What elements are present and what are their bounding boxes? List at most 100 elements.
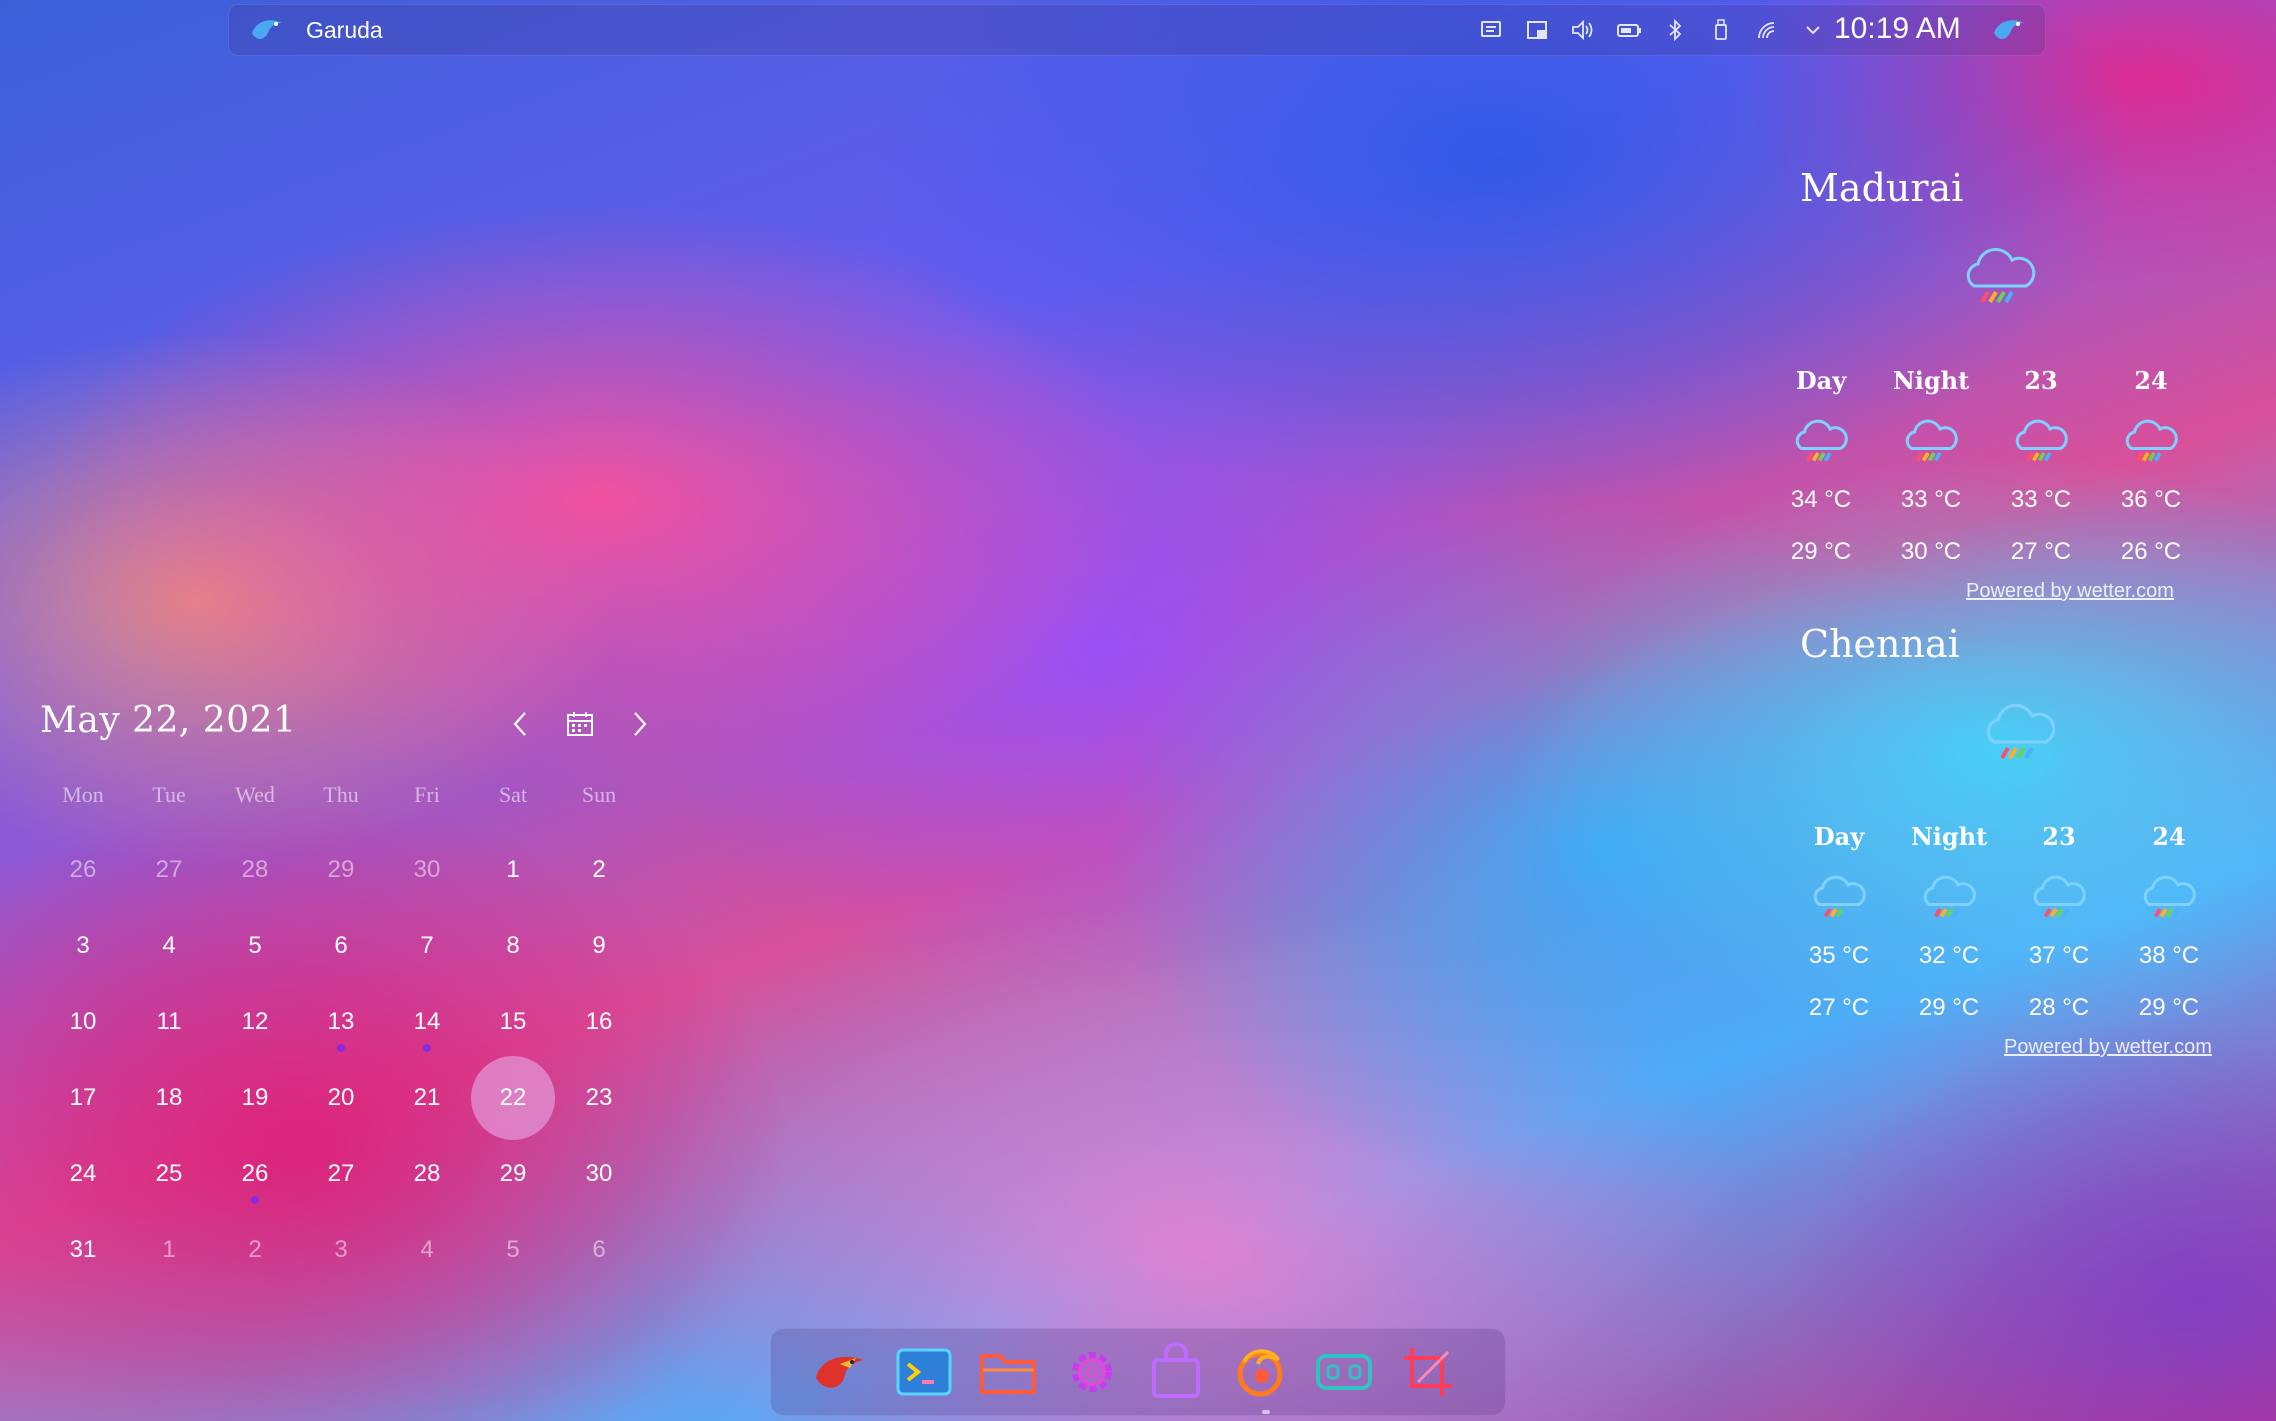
- calendar-day[interactable]: 6: [556, 1212, 642, 1288]
- calendar-day[interactable]: 3: [40, 908, 126, 984]
- calendar-day[interactable]: 31: [40, 1212, 126, 1288]
- forecast-header: Night: [1892, 366, 1970, 395]
- calendar-day[interactable]: 1: [470, 832, 556, 908]
- calendar-icon: [567, 712, 593, 736]
- terminal-icon[interactable]: [894, 1342, 954, 1402]
- calendar-day-with-event[interactable]: 13: [298, 984, 384, 1060]
- calendar-day[interactable]: 4: [384, 1212, 470, 1288]
- calendar-day[interactable]: 6: [298, 908, 384, 984]
- calendar-day[interactable]: 29: [298, 832, 384, 908]
- forecast-header: Night: [1910, 822, 1988, 851]
- weekday-label: Sun: [581, 782, 617, 807]
- garuda-logo-icon[interactable]: [1990, 15, 2028, 45]
- calendar-day[interactable]: 8: [470, 908, 556, 984]
- calendar-day[interactable]: 20: [298, 1060, 384, 1136]
- calendar-day[interactable]: 30: [556, 1136, 642, 1212]
- today-button[interactable]: [562, 706, 598, 742]
- top-panel: Garuda 10:19 AM: [228, 4, 2046, 56]
- calendar-day[interactable]: 1: [126, 1212, 212, 1288]
- window-icon[interactable]: [1514, 14, 1560, 46]
- volume-icon[interactable]: [1560, 14, 1606, 46]
- calendar-day[interactable]: 9: [556, 908, 642, 984]
- forecast-low-temp: 27 °C: [1808, 994, 1870, 1021]
- network-icon[interactable]: [1744, 14, 1790, 46]
- software-store-icon[interactable]: [1146, 1342, 1206, 1402]
- calendar-day[interactable]: 18: [126, 1060, 212, 1136]
- calendar-day[interactable]: 11: [126, 984, 212, 1060]
- usb-icon[interactable]: [1698, 14, 1744, 46]
- calendar-day[interactable]: 25: [126, 1136, 212, 1212]
- calendar-day[interactable]: 27: [298, 1136, 384, 1212]
- forecast-header: Day: [1795, 366, 1847, 395]
- firefox-icon[interactable]: [1230, 1342, 1290, 1402]
- expand-chevron-icon[interactable]: [1790, 14, 1836, 46]
- screenshot-crop-icon[interactable]: [1398, 1342, 1458, 1402]
- calendar-day[interactable]: 30: [384, 832, 470, 908]
- calendar-day[interactable]: 28: [384, 1136, 470, 1212]
- garuda-logo-icon[interactable]: [250, 15, 284, 45]
- calendar-day-with-event[interactable]: 26: [212, 1136, 298, 1212]
- calendar-day[interactable]: 2: [212, 1212, 298, 1288]
- system-tray: [1468, 14, 1836, 46]
- calendar-day[interactable]: 29: [470, 1136, 556, 1212]
- forecast-low-temp: 29 °C: [2138, 994, 2200, 1021]
- calendar-day[interactable]: 7: [384, 908, 470, 984]
- rain-cloud-icon: [1986, 704, 2056, 760]
- file-manager-icon[interactable]: [978, 1342, 1038, 1402]
- calendar-day[interactable]: 5: [470, 1212, 556, 1288]
- forecast-header: 23: [2042, 822, 2076, 851]
- calendar-day-with-event[interactable]: 14: [384, 984, 470, 1060]
- calendar-day-number: 22: [499, 1084, 527, 1111]
- calendar-day[interactable]: 5: [212, 908, 298, 984]
- chevron-right-icon: [634, 712, 647, 736]
- calendar-day[interactable]: 26: [40, 832, 126, 908]
- bluetooth-icon[interactable]: [1652, 14, 1698, 46]
- calendar-day[interactable]: 3: [298, 1212, 384, 1288]
- weekday-label: Mon: [62, 782, 104, 807]
- calendar-day[interactable]: 2: [556, 832, 642, 908]
- event-dot: [423, 1044, 431, 1052]
- calendar-day[interactable]: 15: [470, 984, 556, 1060]
- forecast-header: Day: [1813, 822, 1865, 851]
- forecast-high-temp: 37 °C: [2028, 942, 2090, 969]
- calendar-day[interactable]: 10: [40, 984, 126, 1060]
- calendar-day[interactable]: 4: [126, 908, 212, 984]
- powered-by-link[interactable]: Powered by wetter.com: [1966, 580, 2174, 603]
- rain-cloud-icon: [1923, 875, 1976, 918]
- event-dot: [337, 1044, 345, 1052]
- weather-city-name: Chennai: [1800, 622, 1960, 666]
- calendar-day-selected[interactable]: 22: [471, 1056, 555, 1140]
- calendar-day[interactable]: 28: [212, 832, 298, 908]
- calendar-day[interactable]: 12: [212, 984, 298, 1060]
- battery-icon[interactable]: [1606, 14, 1652, 46]
- powered-by-link[interactable]: Powered by wetter.com: [2004, 1036, 2212, 1059]
- rain-cloud-icon: [1813, 875, 1866, 918]
- clipboard-icon[interactable]: [1468, 14, 1514, 46]
- calendar-day[interactable]: 24: [40, 1136, 126, 1212]
- rain-cloud-icon: [1905, 419, 1958, 462]
- app-title[interactable]: Garuda: [306, 17, 383, 44]
- previous-month-button[interactable]: [502, 706, 538, 742]
- calendar-day[interactable]: 19: [212, 1060, 298, 1136]
- weekday-label: Sat: [498, 782, 528, 807]
- settings-gear-icon[interactable]: [1062, 1342, 1122, 1402]
- rain-cloud-icon: [2015, 419, 2068, 462]
- weather-widget-madurai: Madurai Day Night 23 24 34 °C 33 °C 33 °…: [1791, 166, 2240, 606]
- rain-cloud-icon: [2033, 875, 2086, 918]
- forecast-low-temp: 29 °C: [1918, 994, 1980, 1021]
- rain-cloud-icon: [1966, 248, 2036, 304]
- game-controller-icon[interactable]: [1314, 1342, 1374, 1402]
- next-month-button[interactable]: [622, 706, 658, 742]
- weekday-label: Wed: [235, 782, 275, 807]
- calendar-day[interactable]: 16: [556, 984, 642, 1060]
- forecast-header: 24: [2134, 366, 2168, 395]
- rain-cloud-icon: [2125, 419, 2178, 462]
- calendar-day[interactable]: 21: [384, 1060, 470, 1136]
- clock[interactable]: 10:19 AM: [1834, 12, 1961, 46]
- forecast-high-temp: 36 °C: [2120, 486, 2182, 513]
- calendar-day[interactable]: 17: [40, 1060, 126, 1136]
- garuda-eagle-icon[interactable]: [810, 1342, 870, 1402]
- calendar-day[interactable]: 27: [126, 832, 212, 908]
- calendar-day[interactable]: 23: [556, 1060, 642, 1136]
- dock-active-indicator: [1262, 1410, 1270, 1414]
